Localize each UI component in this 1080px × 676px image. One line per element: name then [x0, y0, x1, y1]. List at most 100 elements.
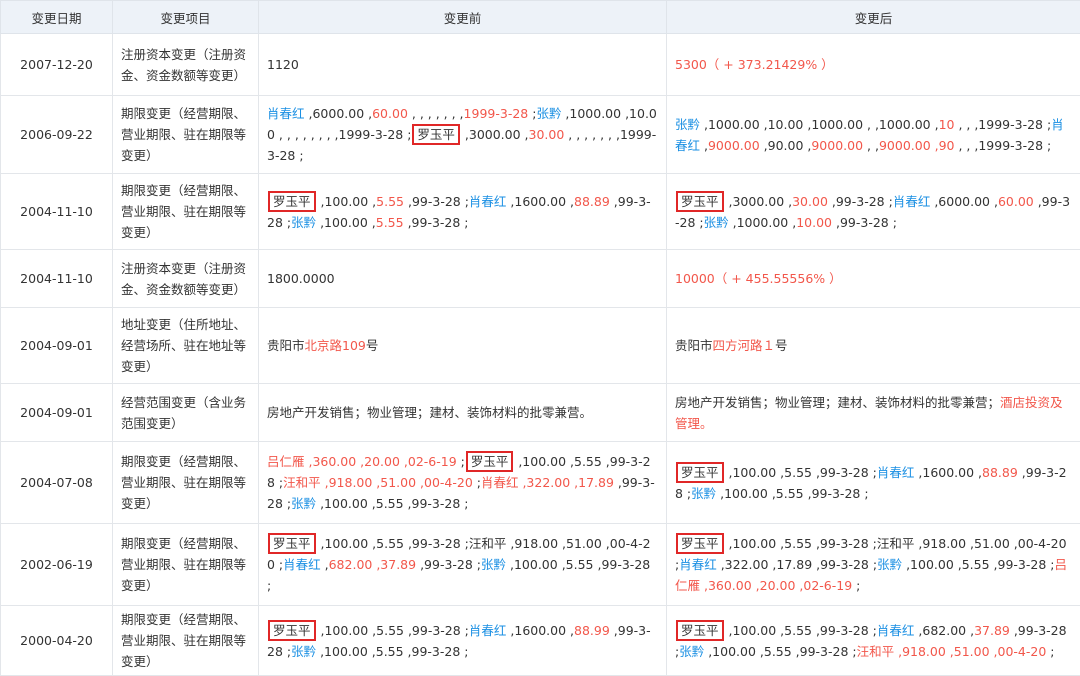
person-link[interactable]: 肖春红: [679, 557, 717, 572]
value-text: 88.89: [982, 465, 1018, 480]
person-link[interactable]: 张黔: [675, 117, 700, 132]
change-before-cell: 房地产开发销售；物业管理；建材、装饰材料的批零兼营。: [259, 384, 667, 442]
value-text: 30.00: [792, 194, 828, 209]
value-text: 四方河路１: [713, 338, 776, 353]
value-text: , , ,1999-3-28 ;: [954, 117, 1051, 132]
value-text: ,1600.00 ,: [914, 465, 982, 480]
table-row: 2004-11-10注册资本变更（注册资金、资金数额等变更）1800.00001…: [1, 250, 1080, 308]
value-text: 88.89: [574, 194, 610, 209]
value-text: 9000.00: [708, 138, 760, 153]
value-text: 号: [775, 338, 788, 353]
highlighted-name: 罗玉平: [412, 124, 460, 145]
value-text: 肖春红 ,322.00 ,17.89: [481, 475, 614, 490]
value-text: , , , , , , ,: [408, 106, 464, 121]
value-text: 房地产开发销售；物业管理；建材、装饰材料的批零兼营；: [675, 395, 1000, 410]
table-row: 2004-09-01地址变更（住所地址、经营场所、驻在地址等变更）贵阳市北京路1…: [1, 308, 1080, 384]
change-before-cell: 罗玉平 ,100.00 ,5.55 ,99-3-28 ;肖春红 ,1600.00…: [259, 174, 667, 250]
value-text: , , ,1999-3-28 ;: [955, 138, 1052, 153]
table-header: 变更日期 变更项目 变更前 变更后: [1, 1, 1080, 34]
value-text: 37.89: [974, 623, 1010, 638]
value-text: 1120: [267, 57, 299, 72]
table-row: 2004-11-10期限变更（经营期限、营业期限、驻在期限等变更）罗玉平 ,10…: [1, 174, 1080, 250]
value-text: ,100.00 ,5.55 ,99-3-28 ;: [725, 465, 877, 480]
change-before-cell: 1800.0000: [259, 250, 667, 308]
value-text: ,99-3-28 ;: [416, 557, 481, 572]
value-text: ,322.00 ,17.89 ,99-3-28 ;: [717, 557, 877, 572]
value-text: 9000.00: [811, 138, 863, 153]
value-text: ;: [473, 475, 481, 490]
value-text: ,100.00 ,5.55 ,99-3-28 ;: [316, 644, 468, 659]
value-text: ,99-3-28 ;: [832, 215, 897, 230]
highlighted-name: 罗玉平: [676, 533, 724, 554]
change-after-cell: 10000（ + 455.55556% ）: [667, 250, 1080, 308]
change-date-cell: 2004-09-01: [1, 384, 113, 442]
change-date-cell: 2004-09-01: [1, 308, 113, 384]
person-link[interactable]: 肖春红: [469, 623, 507, 638]
person-link[interactable]: 肖春红: [893, 194, 931, 209]
value-text: 60.00: [372, 106, 408, 121]
person-link[interactable]: 张黔: [291, 496, 316, 511]
person-link[interactable]: 肖春红: [283, 557, 321, 572]
value-text: 北京路109: [305, 338, 366, 353]
table-row: 2006-09-22期限变更（经营期限、营业期限、驻在期限等变更）肖春红 ,60…: [1, 96, 1080, 174]
change-history-table: 变更日期 变更项目 变更前 变更后 2007-12-20注册资本变更（注册资金、…: [0, 0, 1080, 676]
header-row: 变更日期 变更项目 变更前 变更后: [1, 1, 1080, 34]
value-text: 房地产开发销售；物业管理；建材、装饰材料的批零兼营。: [267, 405, 592, 420]
header-date: 变更日期: [1, 1, 113, 34]
change-after-cell: 房地产开发销售；物业管理；建材、装饰材料的批零兼营；酒店投资及管理。: [667, 384, 1080, 442]
change-item-cell: 期限变更（经营期限、营业期限、驻在期限等变更）: [113, 442, 259, 524]
person-link[interactable]: 张黔: [481, 557, 506, 572]
value-text: ,3000.00 ,: [461, 127, 529, 142]
change-item-cell: 经营范围变更（含业务范围变更）: [113, 384, 259, 442]
person-link[interactable]: 张黔: [536, 106, 561, 121]
change-date-cell: 2004-11-10: [1, 174, 113, 250]
highlighted-name: 罗玉平: [676, 620, 724, 641]
change-date-cell: 2007-12-20: [1, 34, 113, 96]
value-text: ,3000.00 ,: [725, 194, 793, 209]
value-text: ,6000.00 ,: [930, 194, 998, 209]
table-row: 2004-09-01经营范围变更（含业务范围变更） 房地产开发销售；物业管理；建材…: [1, 384, 1080, 442]
value-text: 5.55: [376, 194, 404, 209]
value-text: 88.99: [574, 623, 610, 638]
change-before-cell: 肖春红 ,6000.00 ,60.00 , , , , , , ,1999-3-…: [259, 96, 667, 174]
person-link[interactable]: 张黔: [691, 486, 716, 501]
change-after-cell: 5300（ + 373.21429% ）: [667, 34, 1080, 96]
header-item: 变更项目: [113, 1, 259, 34]
person-link[interactable]: 肖春红: [877, 465, 915, 480]
header-before: 变更前: [259, 1, 667, 34]
change-item-cell: 期限变更（经营期限、营业期限、驻在期限等变更）: [113, 524, 259, 606]
value-text: ,90.00 ,: [760, 138, 812, 153]
value-text: ,6000.00 ,: [305, 106, 373, 121]
change-date-cell: 2004-11-10: [1, 250, 113, 308]
person-link[interactable]: 张黔: [291, 644, 316, 659]
value-text: 1999-3-28: [464, 106, 529, 121]
value-text: 汪和平 ,918.00 ,51.00 ,00-4-20: [283, 475, 473, 490]
person-link[interactable]: 肖春红: [267, 106, 305, 121]
change-item-cell: 注册资本变更（注册资金、资金数额等变更）: [113, 34, 259, 96]
person-link[interactable]: 肖春红: [877, 623, 915, 638]
value-text: 汪和平 ,918.00 ,51.00 ,00-4-20: [857, 644, 1047, 659]
value-text: ,1000.00 ,: [729, 215, 797, 230]
person-link[interactable]: 肖春红: [469, 194, 507, 209]
change-item-cell: 地址变更（住所地址、经营场所、驻在地址等变更）: [113, 308, 259, 384]
highlighted-name: 罗玉平: [676, 462, 724, 483]
change-after-cell: 贵阳市四方河路１号: [667, 308, 1080, 384]
person-link[interactable]: 张黔: [704, 215, 729, 230]
value-text: 吕仁雁 ,360.00 ,20.00 ,02-6-19: [267, 454, 457, 469]
person-link[interactable]: 张黔: [877, 557, 902, 572]
person-link[interactable]: 张黔: [679, 644, 704, 659]
value-text: 30.00: [529, 127, 565, 142]
change-after-cell: 张黔 ,1000.00 ,10.00 ,1000.00 , ,1000.00 ,…: [667, 96, 1080, 174]
value-text: , ,: [863, 138, 879, 153]
highlighted-name: 罗玉平: [676, 191, 724, 212]
value-text: ,100.00 ,: [317, 194, 377, 209]
value-text: 9000.00 ,90: [879, 138, 955, 153]
value-text: 682.00 ,37.89: [329, 557, 416, 572]
change-item-cell: 期限变更（经营期限、营业期限、驻在期限等变更）: [113, 606, 259, 676]
value-text: 10: [939, 117, 955, 132]
change-after-cell: 罗玉平 ,100.00 ,5.55 ,99-3-28 ;肖春红 ,682.00 …: [667, 606, 1080, 676]
highlighted-name: 罗玉平: [466, 451, 514, 472]
person-link[interactable]: 张黔: [291, 215, 316, 230]
table-row: 2007-12-20注册资本变更（注册资金、资金数额等变更） 1120 5300（ …: [1, 34, 1080, 96]
value-text: ,100.00 ,: [316, 215, 376, 230]
